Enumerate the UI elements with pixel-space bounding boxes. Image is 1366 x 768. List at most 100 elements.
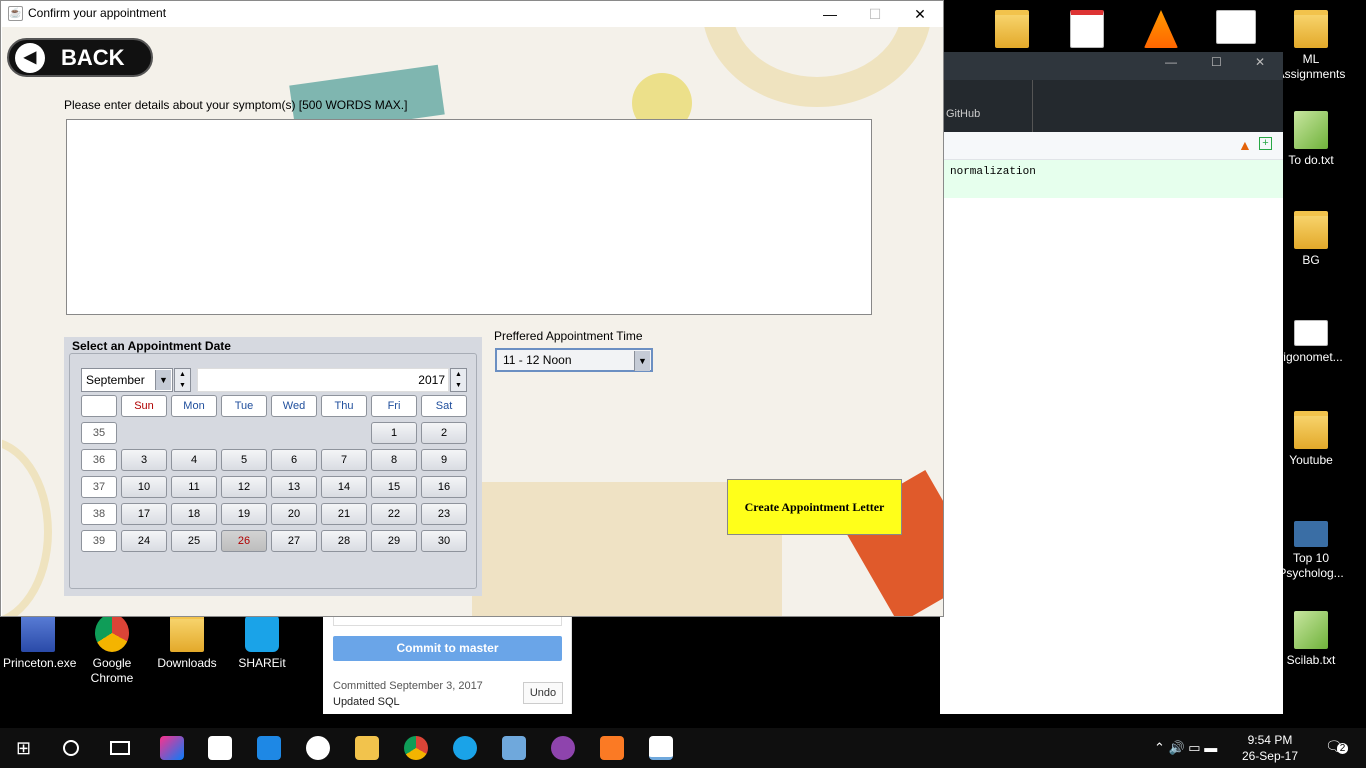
month-select[interactable]: September ▼: [81, 368, 173, 392]
day-button[interactable]: 4: [171, 449, 217, 471]
last-commit-info: Committed September 3, 2017 Updated SQL: [333, 678, 483, 710]
desktop-top10[interactable]: Top 10 Psycholog...: [1276, 521, 1346, 581]
month-spinner[interactable]: ▲ ▼: [174, 368, 191, 392]
notification-icon[interactable]: 🗨2: [1325, 738, 1349, 755]
day-button[interactable]: 6: [271, 449, 317, 471]
day-button[interactable]: 16: [421, 476, 467, 498]
chrome-icon[interactable]: [404, 736, 428, 760]
search-icon[interactable]: [63, 740, 79, 756]
minimize-icon[interactable]: —: [1165, 55, 1177, 69]
day-button[interactable]: 2: [421, 422, 467, 444]
day-button[interactable]: 14: [321, 476, 367, 498]
desktop-icon-label: Downloads: [157, 656, 217, 670]
store-icon[interactable]: [208, 736, 232, 760]
day-button[interactable]: 28: [321, 530, 367, 552]
desktop-youtube[interactable]: Youtube: [1276, 411, 1346, 468]
day-button[interactable]: 30: [421, 530, 467, 552]
file-explorer-icon[interactable]: [355, 736, 379, 760]
day-button[interactable]: 12: [221, 476, 267, 498]
undo-button[interactable]: Undo: [523, 682, 563, 704]
desktop-pdf-icon[interactable]: [1052, 10, 1122, 52]
desktop-vlc-icon[interactable]: [1126, 10, 1196, 52]
week-header-cell: [81, 395, 117, 417]
day-button[interactable]: 3: [121, 449, 167, 471]
day-button[interactable]: 25: [171, 530, 217, 552]
java-taskbar-icon[interactable]: [649, 736, 673, 760]
window-titlebar: ☕ Confirm your appointment — ☐ ✕: [1, 1, 943, 27]
commit-button[interactable]: Commit to master: [333, 636, 562, 661]
day-button[interactable]: 13: [271, 476, 317, 498]
week-number: 36: [81, 449, 117, 471]
desktop-princeton[interactable]: Princeton.exe: [3, 614, 76, 671]
day-button[interactable]: 15: [371, 476, 417, 498]
expand-icon[interactable]: +: [1259, 137, 1272, 150]
windows-start-icon[interactable]: ⊞: [16, 738, 31, 759]
desktop-folder-icon-1[interactable]: [977, 10, 1047, 52]
selected-day-button[interactable]: 26: [221, 530, 267, 552]
symptoms-textarea[interactable]: [66, 119, 872, 315]
day-button[interactable]: 7: [321, 449, 367, 471]
system-tray[interactable]: ⌃ 🔊 ▭ ▬: [1154, 740, 1217, 756]
day-button[interactable]: 27: [271, 530, 317, 552]
notification-count: 2: [1336, 743, 1349, 754]
close-icon[interactable]: ✕: [1255, 55, 1265, 69]
desktop-bg[interactable]: BG: [1276, 211, 1346, 268]
desktop-icon-label: BG: [1302, 253, 1320, 267]
window-content: ◀ BACK Please enter details about your s…: [2, 27, 943, 616]
day-button[interactable]: 29: [371, 530, 417, 552]
day-button[interactable]: 11: [171, 476, 217, 498]
year-field[interactable]: 2017: [197, 368, 449, 392]
create-appointment-letter-button[interactable]: Create Appointment Letter: [727, 479, 902, 535]
week-number: 35: [81, 422, 117, 444]
back-button[interactable]: ◀ BACK: [7, 38, 153, 77]
day-button[interactable]: 8: [371, 449, 417, 471]
year-spinner[interactable]: ▲ ▼: [450, 368, 467, 392]
task-view-icon[interactable]: [110, 741, 130, 755]
day-button[interactable]: 23: [421, 503, 467, 525]
day-button[interactable]: 24: [121, 530, 167, 552]
calendar-title: Select an Appointment Date: [72, 339, 231, 353]
time-select[interactable]: 11 - 12 Noon ▼: [495, 348, 653, 372]
github-diff-line: normalization: [940, 160, 1283, 198]
day-button[interactable]: 5: [221, 449, 267, 471]
minimize-icon[interactable]: —: [807, 1, 853, 27]
desktop-shareit[interactable]: SHAREit: [227, 614, 297, 671]
desktop-trigonometry[interactable]: rigonomet...: [1276, 320, 1346, 365]
day-header-cell: Thu: [321, 395, 367, 417]
maximize-icon[interactable]: ☐: [1211, 55, 1222, 69]
day-button[interactable]: 10: [121, 476, 167, 498]
day-button[interactable]: 21: [321, 503, 367, 525]
day-button[interactable]: 19: [221, 503, 267, 525]
github-desktop-icon[interactable]: [551, 736, 575, 760]
github-window: — ☐ ✕ GitHub ▲ + normalization: [940, 52, 1283, 714]
xampp-icon[interactable]: [600, 736, 624, 760]
shareit-icon[interactable]: [453, 736, 477, 760]
desktop-doc-icon[interactable]: [1201, 10, 1271, 48]
clock-time: 9:54 PM: [1247, 733, 1293, 747]
close-icon[interactable]: ✕: [897, 1, 943, 27]
desktop-scilab[interactable]: Scilab.txt: [1276, 611, 1346, 668]
iheart-icon[interactable]: [306, 736, 330, 760]
desktop-chrome[interactable]: Google Chrome: [77, 614, 147, 686]
desktop-icon-label: ML Assignments: [1276, 52, 1346, 81]
day-button[interactable]: 20: [271, 503, 317, 525]
day-button[interactable]: 18: [171, 503, 217, 525]
intellij-icon[interactable]: [160, 736, 184, 760]
chevron-down-icon: ▼: [155, 370, 171, 390]
week-number: 38: [81, 503, 117, 525]
java-icon: ☕: [8, 6, 23, 21]
film-icon[interactable]: [257, 736, 281, 760]
maximize-icon[interactable]: ☐: [852, 1, 898, 27]
desktop-todo[interactable]: To do.txt: [1276, 111, 1346, 168]
desktop-downloads[interactable]: Downloads: [152, 614, 222, 671]
day-button[interactable]: 22: [371, 503, 417, 525]
desktop-icon-label: rigonomet...: [1279, 350, 1343, 364]
clock[interactable]: 9:54 PM 26-Sep-17: [1242, 732, 1298, 764]
day-button[interactable]: 17: [121, 503, 167, 525]
virtualbox-icon[interactable]: [502, 736, 526, 760]
desktop-ml-assignments[interactable]: ML Assignments: [1276, 10, 1346, 82]
day-button[interactable]: 9: [421, 449, 467, 471]
github-tab[interactable]: GitHub: [946, 108, 980, 120]
github-titlebar: — ☐ ✕: [940, 52, 1283, 80]
day-button[interactable]: 1: [371, 422, 417, 444]
